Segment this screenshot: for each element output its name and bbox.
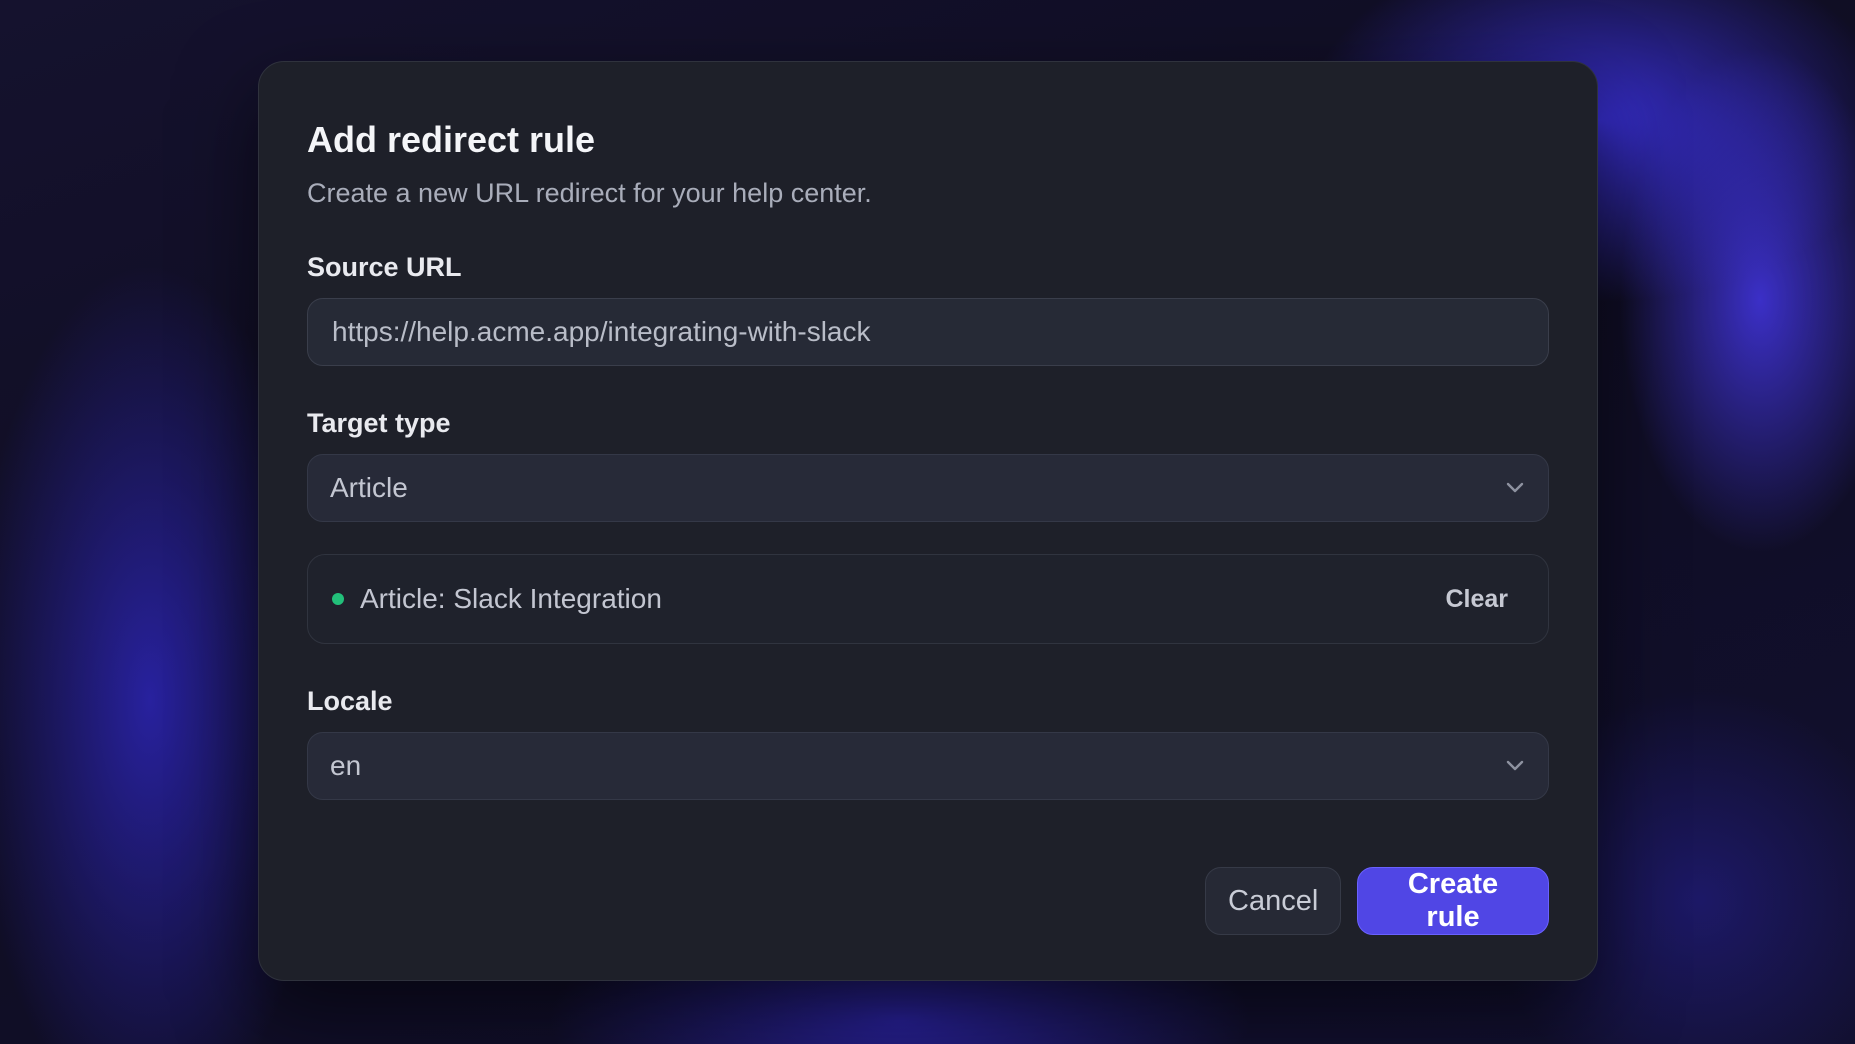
status-dot [332,593,344,605]
selected-target-card: Article: Slack Integration Clear [307,554,1549,644]
dialog-actions: Cancel Create rule [1205,867,1549,935]
target-type-select[interactable]: Article [307,454,1549,522]
dialog-title: Add redirect rule [307,119,596,160]
chevron-down-icon [1504,755,1526,777]
locale-label: Locale [307,686,393,716]
target-type-value: Article [330,472,408,503]
create-rule-button[interactable]: Create rule [1357,867,1549,935]
selected-target-info: Article: Slack Integration [332,583,662,615]
cancel-button[interactable]: Cancel [1205,867,1341,935]
dialog-subtitle: Create a new URL redirect for your help … [307,178,872,208]
selected-target-text: Article: Slack Integration [360,583,662,614]
locale-value: en [330,750,362,781]
add-redirect-rule-dialog: Add redirect rule Create a new URL redir… [258,61,1598,981]
locale-select[interactable]: en [307,732,1549,800]
target-type-label: Target type [307,408,451,438]
source-url-label: Source URL [307,252,462,282]
source-url-input[interactable] [307,298,1549,366]
chevron-down-icon [1504,477,1526,499]
clear-button[interactable]: Clear [1445,585,1508,614]
